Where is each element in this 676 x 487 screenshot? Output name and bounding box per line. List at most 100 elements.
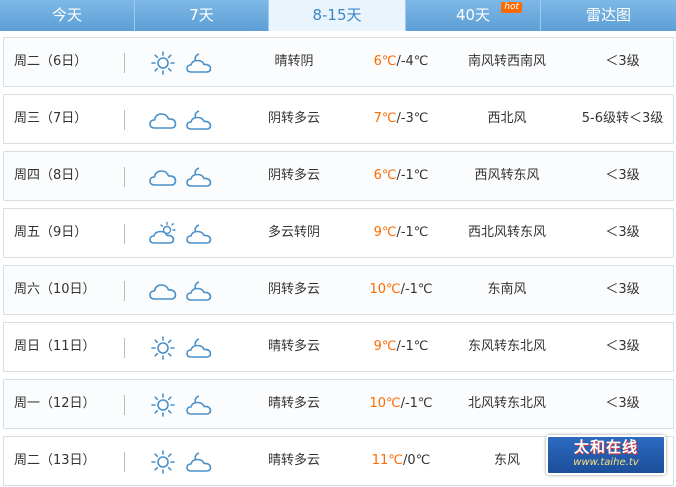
wind-direction: 东风转东北风 <box>467 339 546 354</box>
tab-label: 8-15天 <box>312 6 362 24</box>
temperature: 10℃/-1℃ <box>356 380 446 428</box>
moon-cloud-icon <box>184 392 214 418</box>
weather-icons <box>148 335 228 361</box>
low-temp: /-1℃ <box>396 168 429 183</box>
forecast-row: 周五（9日） 多云转阴 9℃/-1℃ 西北风转东风 ＜3级 <box>3 208 674 258</box>
divider <box>124 452 125 472</box>
day-label: 周二（6日） <box>14 54 88 69</box>
weather-icons <box>148 392 228 418</box>
condition-text: 晴转多云 <box>267 339 320 354</box>
wind-direction: 东南风 <box>487 282 527 297</box>
weather-icons <box>148 449 228 475</box>
wind-direction: 南风转西南风 <box>467 54 546 69</box>
high-temp: 9℃ <box>373 339 397 354</box>
watermark-title: 太和在线 <box>573 438 638 456</box>
moon-cloud-icon <box>184 335 214 361</box>
condition-text: 阴转多云 <box>267 168 320 183</box>
forecast-row: 周二（6日） 晴转阴 6℃/-4℃ 南风转西南风 ＜3级 <box>3 37 674 87</box>
cloud-icon <box>148 107 178 133</box>
day-label: 周五（9日） <box>14 225 88 240</box>
weather-icons <box>148 164 228 190</box>
temperature: 10℃/-1℃ <box>356 266 446 314</box>
hot-badge: hot <box>501 2 522 13</box>
condition-text: 阴转多云 <box>267 111 320 126</box>
high-temp: 10℃ <box>369 282 401 297</box>
low-temp: /-1℃ <box>400 282 433 297</box>
high-temp: 6℃ <box>373 168 397 183</box>
day-label: 周二（13日） <box>14 453 96 468</box>
wind-direction: 西北风转东风 <box>467 225 546 240</box>
divider <box>124 224 125 244</box>
day-label: 周一（12日） <box>14 396 96 411</box>
cloud-icon <box>148 278 178 304</box>
wind-level: ＜3级 <box>605 282 640 297</box>
forecast-row: 周四（8日） 阴转多云 6℃/-1℃ 西风转东风 ＜3级 <box>3 151 674 201</box>
moon-cloud-icon <box>184 221 214 247</box>
wind-level: ＜3级 <box>605 396 640 411</box>
wind-level: 5-6级转＜3级 <box>581 111 664 126</box>
condition-text: 阴转多云 <box>267 282 320 297</box>
temperature: 7℃/-3℃ <box>356 95 446 143</box>
weather-icons <box>148 50 228 76</box>
wind-level: ＜3级 <box>605 168 640 183</box>
low-temp: /-1℃ <box>400 396 433 411</box>
weather-icons <box>148 221 228 247</box>
temperature: 9℃/-1℃ <box>356 323 446 371</box>
high-temp: 10℃ <box>369 396 401 411</box>
forecast-row: 周三（7日） 阴转多云 7℃/-3℃ 西北风 5-6级转＜3级 <box>3 94 674 144</box>
moon-cloud-icon <box>184 107 214 133</box>
weather-icons <box>148 278 228 304</box>
wind-level: ＜3级 <box>605 54 640 69</box>
day-label: 周六（10日） <box>14 282 96 297</box>
tab-label: 今天 <box>51 6 82 24</box>
tab-3[interactable]: 8-15天 <box>269 0 406 31</box>
tab-5[interactable]: 雷达图 <box>541 0 676 31</box>
condition-text: 多云转阴 <box>267 225 320 240</box>
cloud-icon <box>148 164 178 190</box>
moon-cloud-icon <box>184 278 214 304</box>
temperature: 11℃/0℃ <box>356 437 446 485</box>
day-label: 周三（7日） <box>14 111 88 126</box>
forecast-tabs: 今天 7天 8-15天 40天 hot 雷达图 <box>0 0 676 31</box>
high-temp: 9℃ <box>373 225 397 240</box>
tab-label: 7天 <box>189 6 214 24</box>
wind-level: ＜3级 <box>605 339 640 354</box>
weather-icons <box>148 107 228 133</box>
condition-text: 晴转阴 <box>274 54 314 69</box>
tab-4[interactable]: 40天 hot <box>406 0 541 31</box>
divider <box>124 167 125 187</box>
temperature: 9℃/-1℃ <box>356 209 446 257</box>
sun-icon <box>148 50 178 76</box>
low-temp: /0℃ <box>402 453 431 468</box>
low-temp: /-1℃ <box>396 339 429 354</box>
wind-direction: 北风转东北风 <box>467 396 546 411</box>
divider <box>124 281 125 301</box>
tab-label: 40天 <box>455 6 491 24</box>
sun-icon <box>148 392 178 418</box>
high-temp: 6℃ <box>373 54 397 69</box>
tab-1[interactable]: 今天 <box>0 0 135 31</box>
sun-icon <box>148 449 178 475</box>
high-temp: 11℃ <box>371 453 403 468</box>
forecast-row: 周日（11日） 晴转多云 9℃/-1℃ 东风转东北风 ＜3级 <box>3 322 674 372</box>
temperature: 6℃/-4℃ <box>356 38 446 86</box>
low-temp: /-4℃ <box>396 54 429 69</box>
day-label: 周日（11日） <box>14 339 96 354</box>
wind-direction: 西北风 <box>487 111 527 126</box>
condition-text: 晴转多云 <box>267 396 320 411</box>
condition-text: 晴转多云 <box>267 453 320 468</box>
temperature: 6℃/-1℃ <box>356 152 446 200</box>
tab-2[interactable]: 7天 <box>135 0 269 31</box>
low-temp: /-3℃ <box>396 111 429 126</box>
low-temp: /-1℃ <box>396 225 429 240</box>
forecast-row: 周一（12日） 晴转多云 10℃/-1℃ 北风转东北风 ＜3级 <box>3 379 674 429</box>
divider <box>124 395 125 415</box>
watermark-url: www.taihe.tv <box>573 457 639 468</box>
divider <box>124 53 125 73</box>
sun-cloud-icon <box>148 221 178 247</box>
wind-level: ＜3级 <box>605 225 640 240</box>
sun-icon <box>148 335 178 361</box>
wind-direction: 西风转东风 <box>474 168 540 183</box>
forecast-row: 周六（10日） 阴转多云 10℃/-1℃ 东南风 ＜3级 <box>3 265 674 315</box>
divider <box>124 338 125 358</box>
